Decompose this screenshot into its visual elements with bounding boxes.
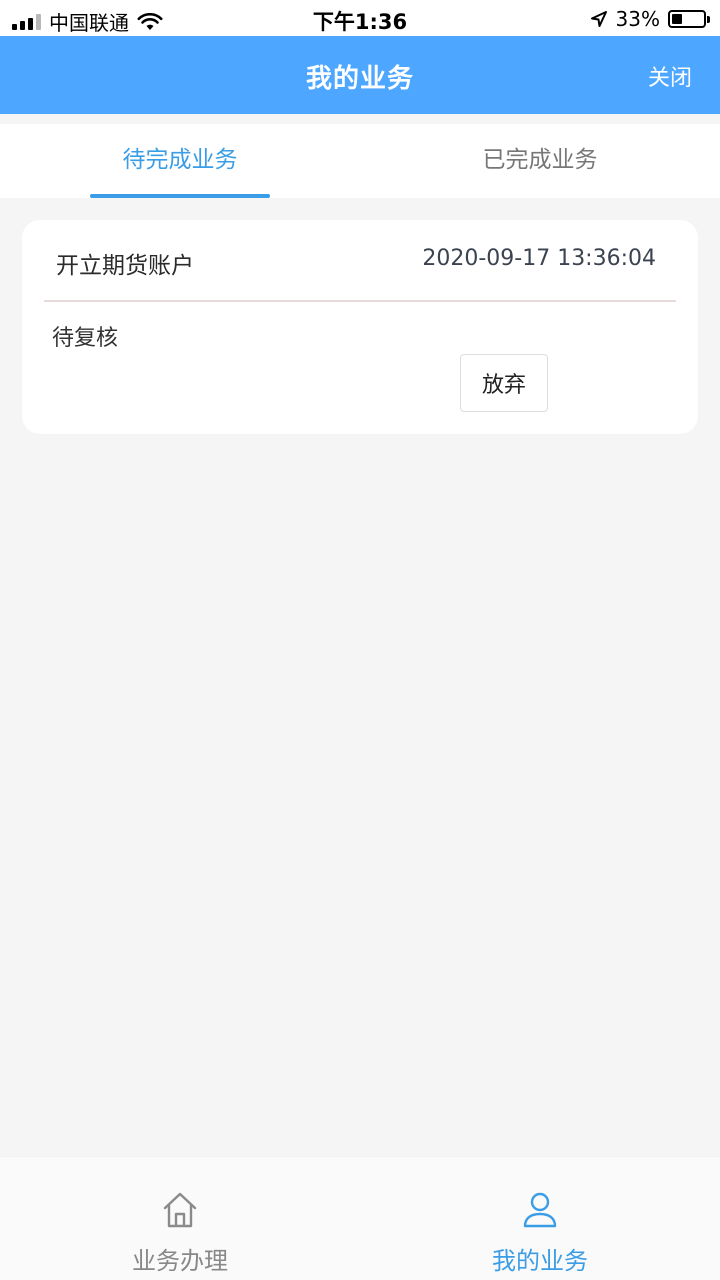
status-right: 33%: [590, 7, 710, 31]
page-title: 我的业务: [305, 64, 414, 94]
tab-bar: 待完成业务 已完成业务: [0, 124, 720, 198]
location-arrow-icon: [590, 11, 607, 27]
nav-item-business[interactable]: 业务办理: [0, 1157, 360, 1280]
business-title: 开立期货账户: [56, 253, 194, 279]
business-status: 待复核: [52, 326, 119, 351]
tab-pending[interactable]: 待完成业务: [0, 124, 360, 198]
business-time: 2020-09-17 13:36:04: [422, 246, 656, 271]
business-card: 开立期货账户 2020-09-17 13:36:04 待复核 放弃: [22, 220, 698, 434]
abandon-button[interactable]: 放弃: [460, 354, 548, 412]
nav-item-my-business[interactable]: 我的业务: [360, 1157, 720, 1280]
nav-label-business: 业务办理: [132, 1247, 228, 1275]
tab-completed[interactable]: 已完成业务: [360, 124, 720, 198]
close-button[interactable]: 关闭: [648, 60, 692, 92]
battery-level: [672, 14, 682, 24]
tab-completed-label: 已完成业务: [482, 147, 598, 173]
battery-icon: [668, 10, 710, 28]
tab-pending-label: 待完成业务: [122, 147, 238, 173]
battery-percent: 33%: [615, 7, 660, 31]
nav-label-my-business: 我的业务: [492, 1247, 588, 1275]
user-icon: [523, 1192, 557, 1228]
card-divider: [44, 300, 676, 302]
bottom-nav: 业务办理 我的业务: [0, 1156, 720, 1280]
active-tab-indicator: [90, 194, 270, 198]
status-bar: 中国联通 下午1:36 33%: [0, 0, 720, 36]
app-header: 我的业务 关闭: [0, 36, 720, 114]
home-icon: [163, 1192, 197, 1228]
screen: 中国联通 下午1:36 33% 我的业务 关闭 待完成业务 已完成业务 开立期货…: [0, 0, 720, 1280]
